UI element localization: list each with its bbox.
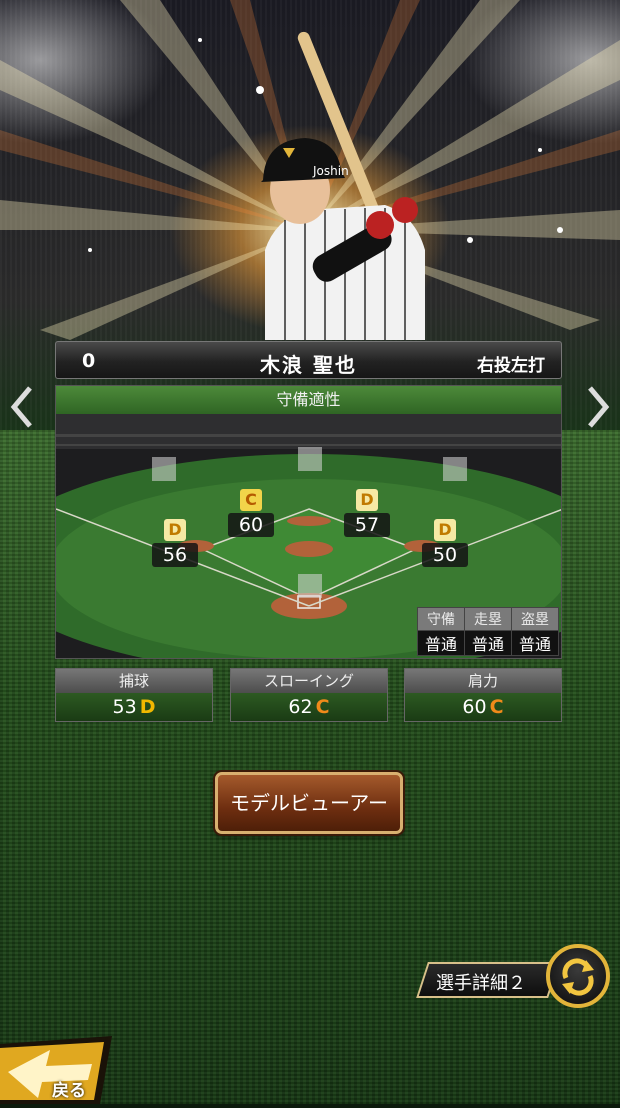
grade-badge: C bbox=[240, 489, 262, 511]
rank-value-steal: 普通 bbox=[511, 630, 559, 656]
stat-value-row: 60 C bbox=[405, 693, 561, 721]
player-name-bar: 0 木浪 聖也 右投左打 bbox=[55, 341, 562, 379]
back-button[interactable]: 戻る bbox=[0, 1036, 112, 1104]
rank-header-defense: 守備 bbox=[417, 607, 465, 631]
grade-badge: D bbox=[356, 489, 378, 511]
stat-value: 53 bbox=[112, 696, 137, 718]
position-marker-rf[interactable] bbox=[443, 457, 467, 481]
model-viewer-button[interactable]: モデルビューアー bbox=[215, 772, 403, 834]
svg-text:Joshin: Joshin bbox=[312, 164, 349, 178]
detail-button-label: 選手詳細２ bbox=[436, 973, 526, 994]
grade-badge: D bbox=[434, 519, 456, 541]
stat-catching: 捕球 53 D bbox=[55, 668, 213, 722]
position-value: 50 bbox=[422, 543, 468, 567]
stat-value-row: 53 D bbox=[56, 693, 212, 721]
stat-label: スローイング bbox=[231, 669, 387, 693]
stat-label: 肩力 bbox=[405, 669, 561, 693]
position-value: 56 bbox=[152, 543, 198, 567]
stat-grade: D bbox=[139, 696, 156, 718]
back-button-label: 戻る bbox=[52, 1081, 86, 1101]
throw-bat-type: 右投左打 bbox=[477, 356, 545, 376]
position-shortstop[interactable]: C 60 bbox=[228, 489, 274, 537]
stat-value: 62 bbox=[288, 696, 313, 718]
position-value: 57 bbox=[344, 513, 390, 537]
position-first-base[interactable]: D 50 bbox=[422, 519, 468, 567]
cycle-arrows-icon[interactable] bbox=[546, 944, 610, 1008]
position-second-base[interactable]: D 57 bbox=[344, 489, 390, 537]
stat-value: 60 bbox=[462, 696, 487, 718]
position-value: 60 bbox=[228, 513, 274, 537]
stat-grade: C bbox=[489, 696, 504, 718]
chevron-left-icon[interactable] bbox=[8, 382, 38, 432]
defense-aptitude-panel: 守備適性 D 56 C 60 D 57 D 50 守備 走塁 盗塁 普通 普通 … bbox=[55, 385, 562, 659]
stat-label: 捕球 bbox=[56, 669, 212, 693]
rank-value-defense: 普通 bbox=[417, 630, 465, 656]
rank-header-running: 走塁 bbox=[464, 607, 512, 631]
defense-panel-title: 守備適性 bbox=[56, 386, 561, 414]
running-defense-rank-table: 守備 走塁 盗塁 普通 普通 普通 bbox=[417, 607, 559, 656]
chevron-right-icon[interactable] bbox=[582, 382, 612, 432]
cycle-arrows-glyph bbox=[562, 958, 594, 996]
stat-grade: C bbox=[315, 696, 330, 718]
player-illustration: Joshin bbox=[261, 31, 425, 340]
position-marker-cf[interactable] bbox=[298, 447, 322, 471]
stat-value-row: 62 C bbox=[231, 693, 387, 721]
position-marker-c[interactable] bbox=[298, 574, 322, 598]
grade-badge: D bbox=[164, 519, 186, 541]
player-detail-2-button[interactable]: 選手詳細２ bbox=[416, 962, 560, 998]
stat-throwing: スローイング 62 C bbox=[230, 668, 388, 722]
rank-header-steal: 盗塁 bbox=[511, 607, 559, 631]
position-marker-lf[interactable] bbox=[152, 457, 176, 481]
rank-value-running: 普通 bbox=[464, 630, 512, 656]
stat-arm-strength: 肩力 60 C bbox=[404, 668, 562, 722]
position-third-base[interactable]: D 56 bbox=[152, 519, 198, 567]
